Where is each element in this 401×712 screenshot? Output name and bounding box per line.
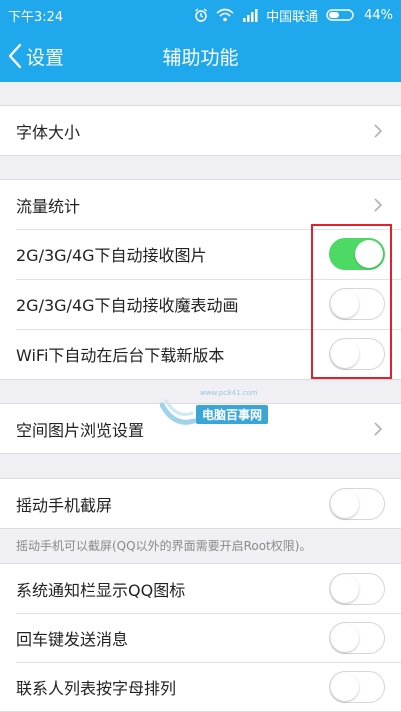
battery-icon [326, 9, 354, 21]
settings-group-album: 空间图片浏览设置 [0, 403, 401, 454]
status-time: 下午3:24 [8, 9, 64, 25]
chevron-left-icon [8, 43, 22, 69]
row-label: 联系人列表按字母排列 [16, 678, 177, 698]
settings-group-misc: 系统通知栏显示QQ图标 回车键发送消息 联系人列表按字母排列 [0, 563, 401, 712]
toggle-knob [331, 574, 359, 603]
row-label: 流量统计 [16, 196, 81, 216]
wifi-icon [216, 8, 234, 22]
shake-screenshot-row: 摇动手机截屏 [0, 479, 401, 528]
status-icons: 中国联通 44% [194, 6, 393, 25]
toggle-knob [355, 240, 383, 268]
status-bar: 下午3:24 中国联通 44% [0, 0, 401, 30]
row-label: 空间图片浏览设置 [16, 420, 145, 440]
notification-icon-toggle[interactable] [329, 572, 385, 605]
settings-group-network: 流量统计 2G/3G/4G下自动接收图片 2G/3G/4G下自动接收魔表动画 W… [0, 179, 401, 380]
chevron-right-icon [374, 123, 383, 138]
shake-screenshot-hint: 摇动手机可以截屏(QQ以外的界面需要开启Root权限)。 [16, 539, 312, 553]
back-button[interactable]: 设置 [8, 30, 64, 82]
toggle-knob [331, 672, 359, 701]
enter-to-send-row: 回车键发送消息 [0, 613, 401, 662]
enter-to-send-toggle[interactable] [329, 621, 385, 654]
row-label: 摇动手机截屏 [16, 495, 113, 515]
row-label: 2G/3G/4G下自动接收魔表动画 [16, 296, 239, 315]
auto-receive-images-row: 2G/3G/4G下自动接收图片 [0, 229, 401, 279]
auto-receive-animations-row: 2G/3G/4G下自动接收魔表动画 [0, 279, 401, 329]
album-image-settings-row[interactable]: 空间图片浏览设置 [0, 404, 401, 453]
row-label: 字体大小 [16, 122, 81, 142]
alphabetical-contacts-toggle[interactable] [329, 670, 385, 703]
wifi-auto-download-toggle[interactable] [329, 338, 385, 370]
auto-receive-animations-toggle[interactable] [329, 288, 385, 320]
toggle-knob [331, 623, 359, 652]
carrier-name: 中国联通 [266, 9, 319, 25]
navigation-bar: 设置 辅助功能 [0, 30, 401, 82]
shake-screenshot-toggle[interactable] [329, 487, 385, 520]
traffic-stats-row[interactable]: 流量统计 [0, 180, 401, 229]
battery-percent: 44% [364, 7, 393, 23]
toggle-knob [331, 489, 359, 518]
toggle-knob [331, 290, 359, 318]
notification-icon-row: 系统通知栏显示QQ图标 [0, 564, 401, 613]
back-label: 设置 [26, 46, 65, 69]
auto-receive-images-toggle[interactable] [329, 238, 385, 270]
settings-group-shake: 摇动手机截屏 [0, 478, 401, 529]
row-label: 系统通知栏显示QQ图标 [16, 580, 186, 600]
font-size-row[interactable]: 字体大小 [0, 106, 401, 155]
toggle-knob [331, 340, 359, 368]
chevron-right-icon [374, 197, 383, 212]
chevron-right-icon [374, 421, 383, 436]
row-label: 2G/3G/4G下自动接收图片 [16, 246, 207, 265]
alarm-icon [195, 8, 207, 22]
settings-group-font: 字体大小 [0, 105, 401, 156]
row-label: WiFi下自动在后台下载新版本 [16, 346, 225, 365]
wifi-auto-download-row: WiFi下自动在后台下载新版本 [0, 329, 401, 379]
alphabetical-contacts-row: 联系人列表按字母排列 [0, 662, 401, 711]
signal-icon [243, 9, 258, 22]
row-label: 回车键发送消息 [16, 629, 129, 649]
